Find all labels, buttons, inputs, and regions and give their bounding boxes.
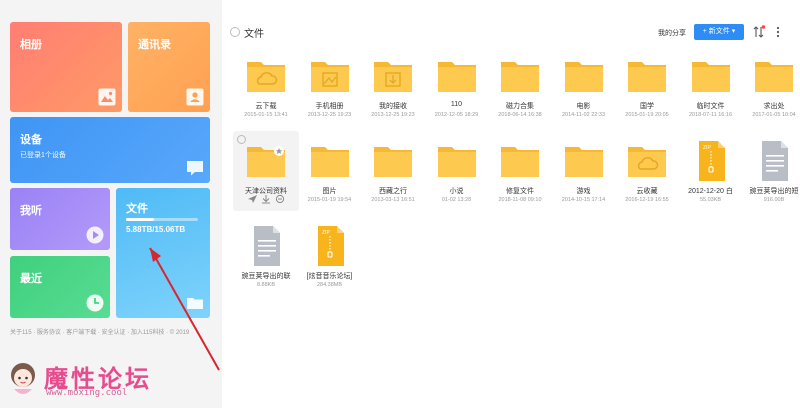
file-name: 2012-12-20 白 bbox=[688, 188, 733, 195]
devices-sub: 已登录1个设备 bbox=[20, 152, 66, 159]
folder-icon bbox=[625, 54, 669, 98]
starred-folder-icon bbox=[244, 139, 288, 183]
footer-links[interactable]: 关于115 · 服务协议 · 客户端下载 · 安全认证 · 加入115科技 · … bbox=[10, 327, 189, 336]
folder-icon bbox=[187, 298, 203, 309]
new-file-button[interactable]: + 新文件 ▾ bbox=[694, 24, 744, 40]
recent-tile[interactable]: 最近 bbox=[10, 256, 110, 318]
file-name: 天津公司资料 bbox=[245, 188, 287, 195]
file-meta: 01-02 13:28 bbox=[441, 197, 472, 203]
file-meta: 2014-11-02 22:33 bbox=[561, 112, 606, 118]
file-name: 临时文件 bbox=[696, 103, 725, 110]
file-meta: 2017-01-05 10:04 bbox=[752, 112, 796, 118]
folder-icon bbox=[498, 139, 542, 183]
recent-label: 最近 bbox=[20, 273, 42, 285]
listen-tile[interactable]: 我听 bbox=[10, 188, 110, 250]
photo-icon bbox=[98, 88, 116, 106]
girl-avatar-icon bbox=[11, 363, 35, 394]
files-label: 文件 bbox=[126, 203, 148, 215]
file-meta: 2012-12-05 18:29 bbox=[434, 112, 479, 118]
file-name: 国学 bbox=[640, 103, 654, 110]
file-name: [炫音音乐论坛] bbox=[306, 273, 353, 280]
folder-icon bbox=[308, 139, 352, 183]
clock-icon bbox=[86, 294, 104, 312]
file-name: 手机相册 bbox=[315, 103, 344, 110]
album-tile[interactable]: 相册 bbox=[10, 22, 122, 112]
more-options-icon[interactable] bbox=[774, 25, 782, 39]
play-icon bbox=[86, 226, 104, 244]
contact-card-icon bbox=[186, 88, 204, 106]
contacts-tile[interactable]: 通讯录 bbox=[128, 22, 210, 112]
file-meta: 2013-12-25 19:23 bbox=[307, 112, 352, 118]
svg-text:ZIP: ZIP bbox=[322, 230, 330, 236]
devices-label: 设备 bbox=[20, 134, 42, 146]
file-meta: 2015-01-19 19:54 bbox=[307, 197, 352, 203]
sidebar: 相册 通讯录 设备 已登录1个设备 我听 最近 文件 5.88TB/15.06T… bbox=[0, 0, 222, 408]
folder-icon bbox=[562, 139, 606, 183]
files-tile[interactable]: 文件 5.88TB/15.06TB bbox=[116, 188, 210, 318]
file-meta: 2018-11-08 09:10 bbox=[498, 197, 542, 203]
file-name: 小说 bbox=[449, 188, 464, 195]
folder-icon bbox=[435, 139, 479, 183]
select-all-checkbox[interactable] bbox=[230, 27, 240, 37]
file-meta: 2014-10-15 17:14 bbox=[561, 197, 606, 203]
toolbar: 文件 我的分享 + 新文件 ▾ bbox=[222, 22, 800, 44]
storage-progress-fill bbox=[126, 218, 155, 221]
file-meta: 2013-12-25 19:23 bbox=[371, 112, 415, 118]
new-file-label: + 新文件 bbox=[702, 28, 730, 35]
my-share-link[interactable]: 我的分享 bbox=[658, 28, 686, 38]
chat-bubble-icon bbox=[187, 161, 203, 176]
zip-file-icon: ZIP bbox=[689, 139, 733, 183]
file-name: 磁力合集 bbox=[506, 103, 534, 110]
file-name: 图片 bbox=[322, 188, 337, 195]
download-icon[interactable] bbox=[262, 195, 270, 204]
file-meta: 2018-07-11 16:16 bbox=[688, 112, 733, 118]
file-meta: 2018-06-14 16:38 bbox=[498, 112, 542, 118]
sort-icon[interactable] bbox=[753, 25, 765, 39]
file-meta: 916.00B bbox=[763, 197, 785, 203]
receive-folder-icon bbox=[371, 54, 415, 98]
file-name: 我的接收 bbox=[379, 103, 407, 110]
folder-icon bbox=[689, 54, 733, 98]
folder-icon bbox=[562, 54, 606, 98]
folder-icon bbox=[435, 54, 479, 98]
devices-tile[interactable]: 设备 已登录1个设备 bbox=[10, 117, 210, 183]
svg-text:ZIP: ZIP bbox=[703, 145, 711, 151]
file-name: 110 bbox=[450, 101, 463, 108]
file-meta: 2016-12-19 16:55 bbox=[625, 197, 669, 203]
doc-file-icon bbox=[752, 139, 796, 183]
doc-file-icon bbox=[244, 224, 288, 268]
folder-icon bbox=[371, 139, 415, 183]
watermark: 魔性论坛 www.moxing.cool bbox=[6, 355, 206, 403]
contacts-label: 通讯录 bbox=[138, 39, 171, 51]
page-title: 文件 bbox=[244, 29, 264, 40]
file-name: 云收藏 bbox=[636, 188, 658, 195]
file-name: 修复文件 bbox=[506, 188, 534, 195]
cloud-folder-icon bbox=[625, 139, 669, 183]
file-name: 西藏之行 bbox=[379, 188, 407, 195]
album-label: 相册 bbox=[20, 39, 42, 51]
zip-file-icon: ZIP bbox=[308, 224, 352, 268]
file-meta: 284.38MB bbox=[316, 282, 343, 288]
file-meta: 2015-01-15 13:41 bbox=[244, 112, 288, 118]
file-name: 豌豆荚导出的短 bbox=[749, 188, 799, 195]
folder-icon bbox=[752, 54, 796, 98]
cloud-folder-icon bbox=[244, 54, 288, 98]
file-browser: 文件 我的分享 + 新文件 ▾ 云下载 2015-01-15 13:41 手机相册 2… bbox=[222, 0, 800, 408]
file-meta: 55.03KB bbox=[699, 197, 722, 203]
file-name: 求出处 bbox=[763, 103, 785, 110]
file-meta: 2015-01-19 20:05 bbox=[625, 112, 669, 118]
file-meta: 2013-03-13 16:51 bbox=[371, 197, 415, 203]
file-meta: 8.88KB bbox=[256, 282, 276, 288]
photo-folder-icon bbox=[308, 54, 352, 98]
file-name: 云下载 bbox=[255, 103, 277, 110]
folder-icon bbox=[498, 54, 542, 98]
file-name: 游戏 bbox=[576, 188, 591, 195]
storage-usage: 5.88TB/15.06TB bbox=[126, 225, 186, 234]
send-icon[interactable] bbox=[248, 195, 257, 203]
file-name: 豌豆荚导出的联 bbox=[241, 273, 291, 280]
listen-label: 我听 bbox=[20, 205, 42, 217]
file-name: 电影 bbox=[576, 103, 591, 110]
watermark-url: www.moxing.cool bbox=[46, 388, 128, 398]
storage-progress-bar bbox=[126, 218, 198, 221]
